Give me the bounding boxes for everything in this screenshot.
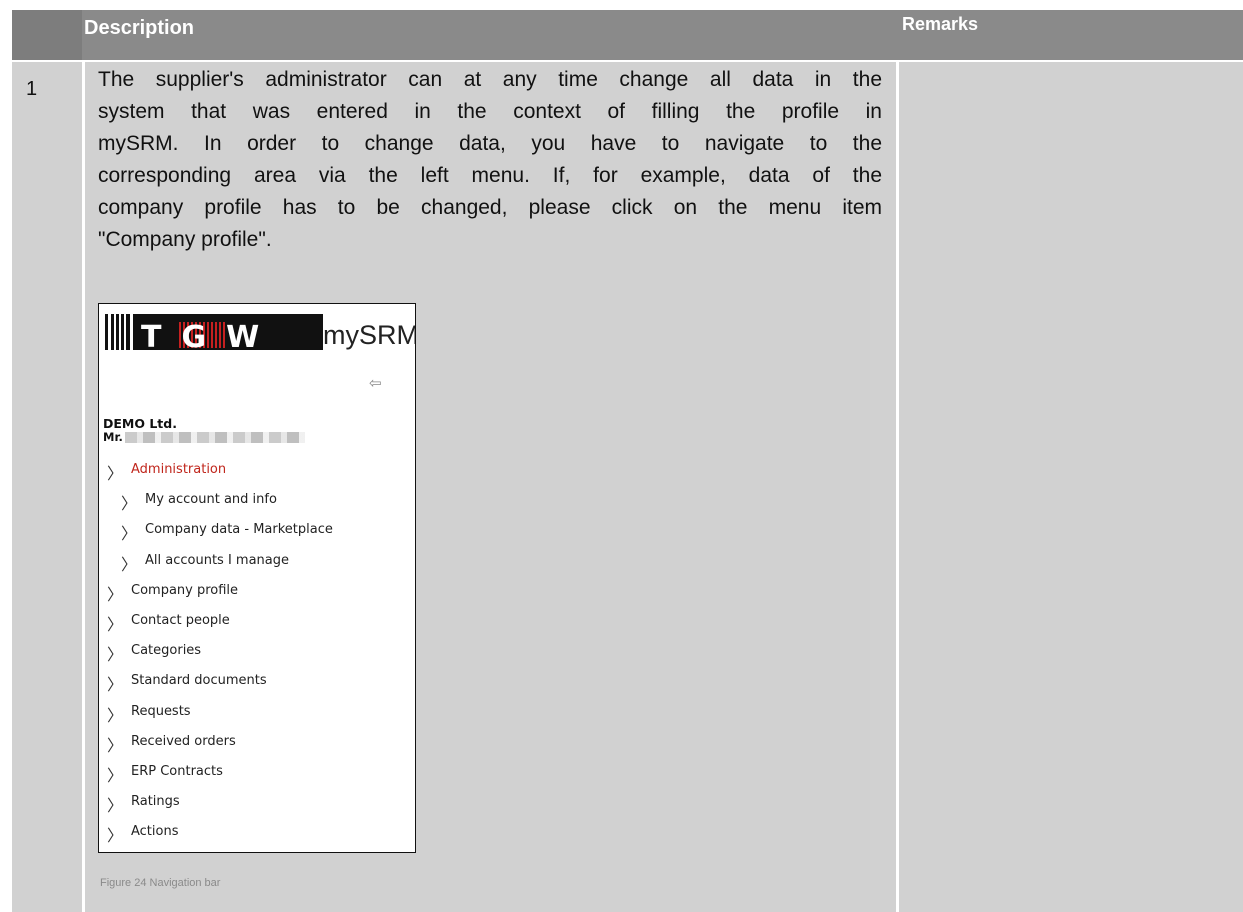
chevron-right-icon: 〉 bbox=[107, 464, 124, 483]
table-header-row bbox=[12, 10, 1243, 60]
chevron-right-icon: 〉 bbox=[107, 796, 124, 816]
menu-item-contact-people[interactable]: 〉 Contact people bbox=[105, 609, 411, 639]
menu-item-actions[interactable]: 〉 Actions bbox=[105, 820, 411, 850]
menu-item-all-accounts[interactable]: 〉 All accounts I manage bbox=[105, 549, 411, 579]
chevron-right-icon: 〉 bbox=[121, 524, 138, 544]
navigation-bar-screenshot: TGW mySRM ⇦ DEMO Ltd. Mr. 〉 Administratio… bbox=[98, 303, 416, 853]
row-number: 1 bbox=[26, 78, 38, 100]
paragraph-line: "Company profile". bbox=[98, 228, 272, 251]
row-remarks-cell bbox=[899, 62, 1243, 912]
description-paragraph: The supplier's administrator can at any … bbox=[98, 64, 882, 256]
figure-caption: Figure 24 Navigation bar bbox=[100, 877, 221, 889]
header-description: Description bbox=[84, 17, 195, 39]
chevron-right-icon: 〉 bbox=[121, 554, 138, 574]
chevron-right-icon: 〉 bbox=[107, 735, 124, 755]
chevron-right-icon: 〉 bbox=[107, 614, 124, 634]
user-name-prefix: Mr. bbox=[103, 430, 123, 444]
chevron-right-icon: 〉 bbox=[107, 675, 124, 695]
paragraph-line: system that was entered in the context o… bbox=[98, 100, 882, 123]
menu-item-company-data-marketplace[interactable]: 〉 Company data - Marketplace bbox=[105, 518, 411, 548]
paragraph-line: company profile has to be changed, pleas… bbox=[98, 196, 882, 219]
app-name: mySRM bbox=[323, 320, 416, 350]
paragraph-line: corresponding area via the left menu. If… bbox=[98, 164, 882, 187]
logo-text: TGW bbox=[141, 320, 280, 355]
menu-item-administration[interactable]: 〉 Administration bbox=[105, 458, 411, 488]
redacted-user-name bbox=[125, 432, 305, 443]
chevron-right-icon: 〉 bbox=[107, 826, 124, 846]
company-name: DEMO Ltd. bbox=[103, 416, 177, 431]
menu-item-company-profile[interactable]: 〉 Company profile bbox=[105, 579, 411, 609]
chevron-right-icon: 〉 bbox=[107, 645, 124, 665]
chevron-right-icon: 〉 bbox=[121, 494, 138, 514]
paragraph-line: The supplier's administrator can at any … bbox=[98, 68, 882, 91]
row-number-cell bbox=[12, 62, 82, 912]
arrow-left-icon[interactable]: ⇦ bbox=[369, 374, 382, 392]
header-remarks: Remarks bbox=[902, 14, 979, 34]
nav-menu: 〉 Administration 〉 My account and info 〉 Co… bbox=[105, 458, 411, 850]
menu-item-standard-documents[interactable]: 〉 Standard documents bbox=[105, 669, 411, 699]
menu-item-categories[interactable]: 〉 Categories bbox=[105, 639, 411, 669]
menu-item-requests[interactable]: 〉 Requests bbox=[105, 700, 411, 730]
menu-item-erp-contracts[interactable]: 〉 ERP Contracts bbox=[105, 760, 411, 790]
header-number-cell bbox=[12, 10, 82, 60]
menu-item-received-orders[interactable]: 〉 Received orders bbox=[105, 730, 411, 760]
tgw-logo: TGW mySRM bbox=[105, 314, 416, 355]
chevron-right-icon: 〉 bbox=[107, 705, 124, 725]
chevron-right-icon: 〉 bbox=[107, 765, 124, 785]
menu-item-my-account[interactable]: 〉 My account and info bbox=[105, 488, 411, 518]
logo-mark: TGW bbox=[133, 314, 323, 355]
paragraph-line: mySRM. In order to change data, you have… bbox=[98, 132, 882, 155]
menu-item-ratings[interactable]: 〉 Ratings bbox=[105, 790, 411, 820]
chevron-right-icon: 〉 bbox=[107, 584, 124, 604]
